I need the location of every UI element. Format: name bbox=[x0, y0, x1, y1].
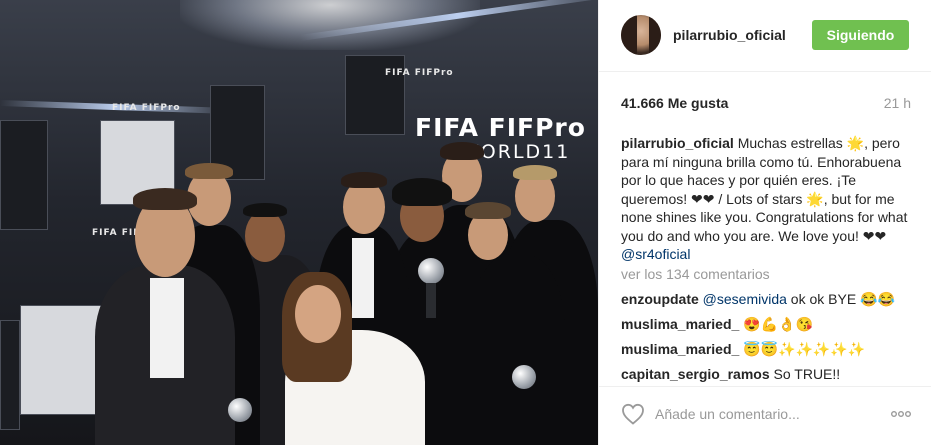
comment-item: enzoupdate @sesemivida ok ok BYE 😂😂 bbox=[621, 290, 917, 315]
comment-item: muslima_maried_ 😍💪👌😘 bbox=[621, 315, 917, 340]
post-panel: pilarrubio_oficial Siguiendo 41.666 Me g… bbox=[598, 0, 931, 445]
brand-small-text: FIFA FIFPro bbox=[385, 68, 454, 78]
following-button[interactable]: Siguiendo bbox=[812, 20, 909, 50]
trophy bbox=[512, 365, 536, 389]
comment-text: 😇😇✨✨✨✨✨ bbox=[739, 341, 866, 357]
person-shirt bbox=[352, 238, 374, 318]
person-hair bbox=[133, 188, 197, 210]
heart-outline-icon[interactable] bbox=[621, 403, 645, 425]
caption-text: Muchas estrellas 🌟, pero para mí ninguna… bbox=[621, 135, 908, 244]
person-hair bbox=[392, 178, 452, 206]
brand-small-text: FIFA FIFPro bbox=[112, 103, 181, 113]
brand-logo-text: FIFA FIFPro bbox=[415, 113, 586, 142]
post-stats: 41.666 Me gusta 21 h bbox=[621, 95, 911, 113]
person-face bbox=[295, 285, 341, 343]
background-screen bbox=[345, 55, 405, 135]
background-screen bbox=[0, 320, 20, 430]
background-screen bbox=[20, 305, 105, 415]
avatar[interactable] bbox=[621, 15, 661, 55]
post-caption: pilarrubio_oficial Muchas estrellas 🌟, p… bbox=[621, 134, 913, 264]
comment-username[interactable]: muslima_maried_ bbox=[621, 341, 739, 357]
post-photo[interactable]: FIFA FIFPro WORLD11 FIFA FIFPro FIFA FIF… bbox=[0, 0, 598, 445]
stage-light bbox=[180, 0, 480, 50]
comment-mention[interactable]: @sesemivida bbox=[703, 291, 787, 307]
avatar-hair bbox=[649, 15, 661, 55]
comment-username[interactable]: enzoupdate bbox=[621, 291, 699, 307]
comment-text: 😍💪👌😘 bbox=[739, 316, 813, 332]
person-hair bbox=[440, 142, 484, 160]
comment-text: ok ok BYE 😂😂 bbox=[786, 291, 895, 307]
comment-username[interactable]: muslima_maried_ bbox=[621, 316, 739, 332]
person-face bbox=[343, 180, 385, 234]
comment-text: So TRUE!! bbox=[769, 366, 841, 382]
comment-item: muslima_maried_ 😇😇✨✨✨✨✨ bbox=[621, 340, 917, 365]
trophy bbox=[228, 398, 252, 422]
post-header: pilarrubio_oficial Siguiendo bbox=[599, 0, 931, 72]
comment-list: enzoupdate @sesemivida ok ok BYE 😂😂 musl… bbox=[621, 290, 917, 390]
person-hair bbox=[341, 172, 387, 188]
post-timestamp[interactable]: 21 h bbox=[884, 95, 911, 111]
trophy-stem bbox=[426, 283, 436, 318]
background-screen bbox=[0, 120, 48, 230]
add-comment-bar bbox=[599, 386, 931, 445]
avatar-hair bbox=[621, 15, 637, 55]
trophy bbox=[418, 258, 444, 284]
person-shirt bbox=[150, 278, 184, 378]
person-face bbox=[245, 210, 285, 262]
person-hair bbox=[185, 163, 233, 179]
caption-mention[interactable]: @sr4oficial bbox=[621, 246, 690, 262]
comment-input[interactable] bbox=[655, 402, 885, 426]
view-all-comments-link[interactable]: ver los 134 comentarios bbox=[621, 266, 770, 282]
post-author-username[interactable]: pilarrubio_oficial bbox=[673, 27, 786, 43]
person-hair bbox=[513, 165, 557, 180]
person-hair bbox=[465, 202, 511, 219]
comment-username[interactable]: capitan_sergio_ramos bbox=[621, 366, 770, 382]
ellipsis-icon[interactable] bbox=[890, 405, 912, 423]
caption-username[interactable]: pilarrubio_oficial bbox=[621, 135, 734, 151]
likes-count[interactable]: 41.666 Me gusta bbox=[621, 95, 728, 111]
person-hair bbox=[243, 203, 287, 217]
